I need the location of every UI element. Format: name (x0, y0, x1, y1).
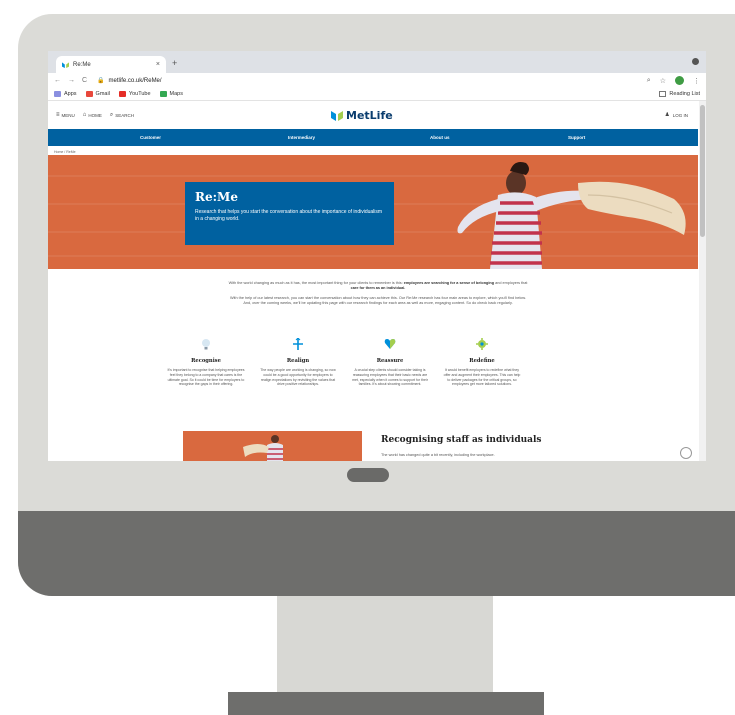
browser-tab[interactable]: Re:Me × (56, 56, 166, 73)
address-bar[interactable]: metlife.co.uk/ReMe/ (109, 78, 638, 84)
intro-paragraph-1: With the world changing as much as it ha… (228, 281, 528, 291)
home-link[interactable]: ⌂ HOME (83, 112, 102, 118)
monitor-power-button (347, 468, 389, 482)
reload-icon[interactable]: C (82, 77, 87, 84)
feature-text: It would benefit employers to redefine w… (443, 368, 521, 387)
gear-icon (476, 338, 488, 350)
intro-highlight: care for them as an individual. (350, 286, 406, 290)
feature-title: Realign (286, 358, 310, 364)
tab-close-icon[interactable]: × (156, 61, 160, 68)
reading-list-button[interactable]: Reading List (659, 91, 700, 97)
feature-text: The way people are working is changing, … (260, 368, 336, 387)
lightbulb-icon (202, 339, 210, 350)
home-label: HOME (88, 112, 102, 118)
metlife-logo[interactable]: MetLife (331, 109, 393, 122)
bookmark-gmail[interactable]: Gmail (85, 91, 110, 97)
bookmark-youtube[interactable]: YouTube (118, 91, 151, 97)
bookmark-maps[interactable]: Maps (159, 91, 183, 97)
hero-card: Re:Me Research that helps you start the … (185, 182, 394, 245)
site-header: ≡ MENU ⌂ HOME ⌕ SEARCH MetLife ♟ LOG IN (48, 101, 698, 129)
hero-banner: Re:Me Research that helps you start the … (48, 155, 698, 269)
new-tab-icon[interactable]: + (172, 58, 177, 68)
arrows-icon (293, 338, 303, 350)
scrollbar-thumb[interactable] (700, 105, 705, 237)
section-text: The world has changed quite a bit recent… (381, 453, 495, 457)
intro-paragraph-2: With the help of our latest research, yo… (230, 296, 526, 305)
bookmark-label: Apps (64, 91, 77, 97)
nav-customer[interactable]: Customer (140, 135, 161, 140)
chat-button[interactable] (680, 447, 692, 459)
logo-text: MetLife (346, 109, 393, 122)
feature-recognise[interactable]: Recognise It's important to recognise th… (166, 338, 246, 387)
hero-person-image (457, 162, 686, 269)
bookmark-label: Maps (169, 91, 183, 97)
youtube-icon (118, 91, 126, 97)
section-title: Recognising staff as individuals (381, 435, 542, 445)
bookmark-label: Gmail (95, 91, 110, 97)
monitor-screen: Re:Me × + ← → C 🔒 metlife.co.uk/ReMe/ ⌕ … (48, 51, 706, 461)
feature-realign[interactable]: Realign The way people are working is ch… (258, 338, 338, 387)
feature-redefine[interactable]: Redefine It would benefit employers to r… (442, 338, 522, 387)
window-menu-icon[interactable] (692, 58, 699, 65)
monitor-chin (18, 511, 735, 596)
search-link[interactable]: ⌕ SEARCH (110, 112, 134, 119)
login-label: LOG IN (672, 112, 688, 118)
home-icon: ⌂ (82, 112, 87, 118)
zoom-icon[interactable]: ⌕ (647, 77, 651, 85)
bookmarks-bar: Apps Gmail YouTube Maps Reading List (48, 88, 706, 101)
bookmark-label: YouTube (128, 91, 151, 97)
feature-text: It's important to recognise that helping… (167, 368, 245, 387)
reading-list-label: Reading List (669, 91, 700, 97)
nav-support[interactable]: Support (568, 135, 585, 140)
nav-about-us[interactable]: About us (430, 135, 450, 140)
feature-title: Redefine (469, 358, 495, 364)
forward-icon[interactable]: → (68, 77, 75, 84)
feature-title: Reassure (376, 358, 404, 364)
heart-icon (384, 339, 396, 349)
primary-nav: Customer Intermediary About us Support (48, 129, 698, 146)
apps-grid-icon (54, 91, 61, 97)
feature-text: A crucial step clients should consider t… (352, 368, 428, 387)
feature-title: Recognise (191, 358, 221, 364)
tab-title: Re:Me (73, 61, 91, 68)
bookmark-apps[interactable]: Apps (54, 91, 77, 97)
intro-highlight: employees are searching for a sense of b… (403, 281, 495, 285)
feature-reassure[interactable]: Reassure A crucial step clients should c… (350, 338, 430, 387)
monitor-base (228, 692, 544, 715)
hero-title: Re:Me (195, 190, 238, 204)
browser-tabstrip: Re:Me × + (48, 51, 706, 73)
browser-menu-icon[interactable]: ⋮ (693, 77, 700, 85)
user-icon: ♟ (664, 112, 670, 118)
menu-link[interactable]: ≡ MENU (56, 112, 75, 118)
lock-icon: 🔒 (97, 78, 105, 84)
search-label: SEARCH (115, 112, 135, 118)
intro-text: and employers that (494, 281, 528, 285)
profile-avatar[interactable] (675, 76, 684, 85)
browser-toolbar: ← → C 🔒 metlife.co.uk/ReMe/ ⌕ ☆ ⋮ (48, 73, 706, 88)
bookmark-star-icon[interactable]: ☆ (660, 77, 666, 85)
hamburger-icon: ≡ (56, 112, 60, 118)
maps-icon (159, 91, 167, 97)
back-icon[interactable]: ← (54, 77, 61, 84)
metlife-logo-icon (331, 111, 343, 121)
breadcrumb[interactable]: Home / ReMe (54, 150, 76, 154)
section-image (183, 431, 362, 461)
intro-text: With the world changing as much as it ha… (228, 281, 404, 285)
hero-subtitle: Research that helps you start the conver… (195, 209, 383, 222)
monitor-stand (277, 596, 493, 692)
metlife-favicon-icon (62, 62, 69, 68)
login-link[interactable]: ♟ LOG IN (665, 112, 688, 118)
search-icon: ⌕ (109, 111, 114, 118)
nav-intermediary[interactable]: Intermediary (288, 135, 315, 140)
gmail-icon (85, 91, 93, 97)
menu-label: MENU (61, 112, 75, 118)
reading-list-icon (659, 91, 667, 97)
